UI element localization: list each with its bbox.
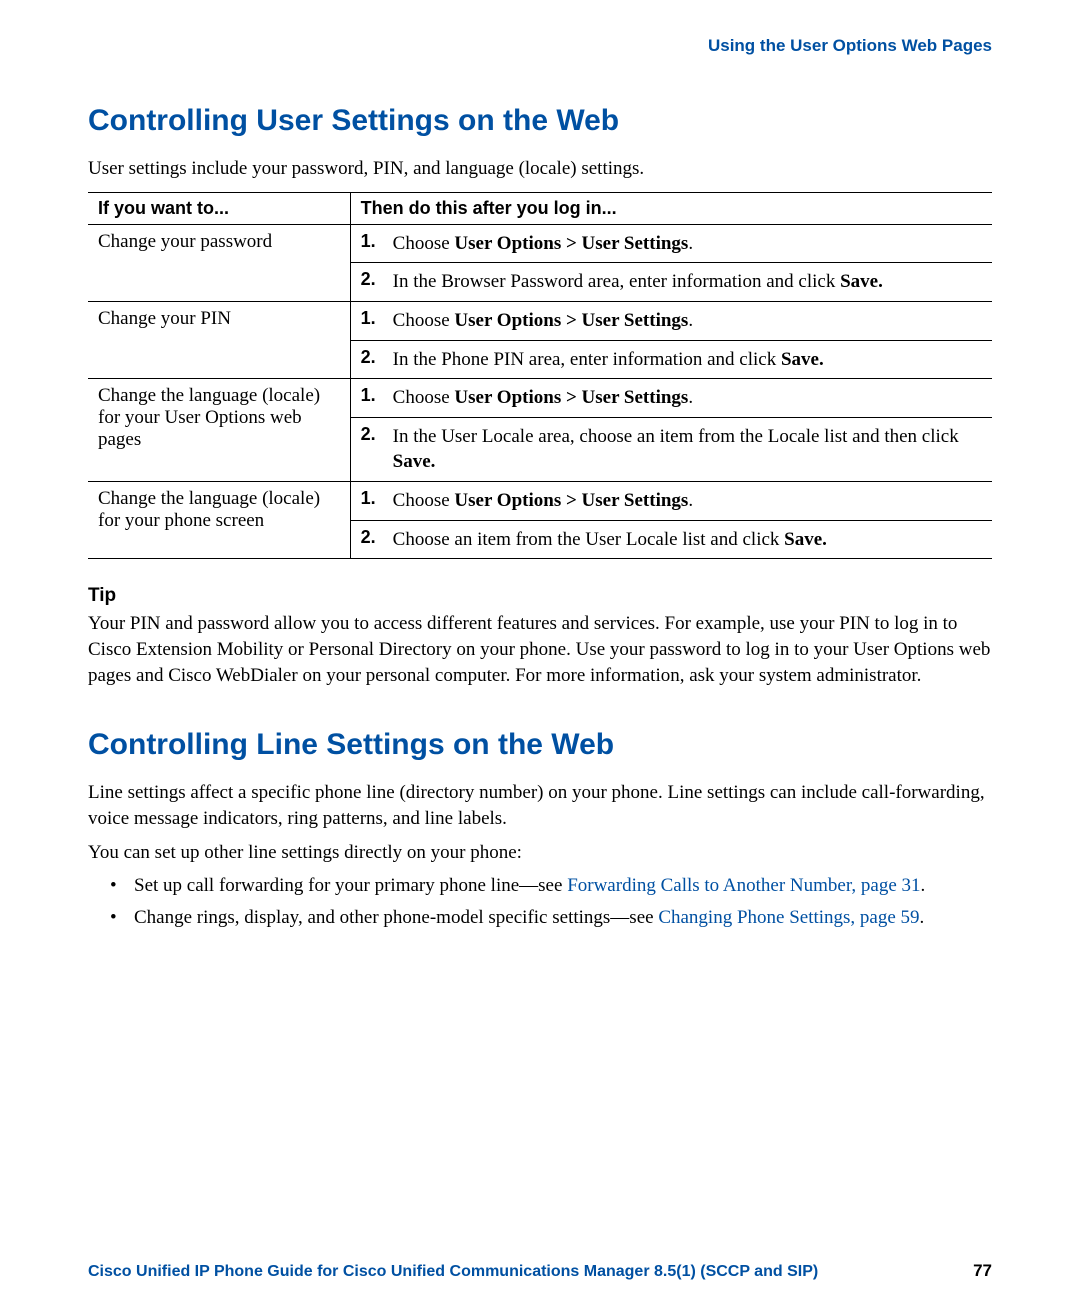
bold-term: Save. bbox=[840, 271, 883, 292]
table-header-then: Then do this after you log in... bbox=[350, 192, 992, 224]
step-text: Choose User Options > User Settings. bbox=[393, 385, 982, 411]
step-text: Choose User Options > User Settings. bbox=[393, 231, 982, 257]
section2-p2: You can set up other line settings direc… bbox=[88, 840, 992, 866]
menu-path: User Options > User Settings bbox=[454, 310, 688, 331]
table-row: Change your PIN1.Choose User Options > U… bbox=[88, 301, 992, 378]
table-header-want: If you want to... bbox=[88, 192, 350, 224]
step-row: 2.In the Browser Password area, enter in… bbox=[351, 262, 992, 301]
table-cell-steps: 1.Choose User Options > User Settings.2.… bbox=[350, 379, 992, 482]
page-footer: Cisco Unified IP Phone Guide for Cisco U… bbox=[88, 1261, 992, 1281]
step-number: 2. bbox=[361, 269, 393, 295]
step-number: 2. bbox=[361, 347, 393, 373]
bullet-list: Set up call forwarding for your primary … bbox=[88, 873, 992, 930]
table-cell-want: Change your password bbox=[88, 224, 350, 301]
cross-reference-link[interactable]: Changing Phone Settings, page 59 bbox=[658, 907, 919, 928]
table-row: Change the language (locale) for your Us… bbox=[88, 379, 992, 482]
cross-reference-link[interactable]: Forwarding Calls to Another Number, page… bbox=[567, 875, 920, 896]
step-number: 2. bbox=[361, 527, 393, 553]
table-cell-want: Change your PIN bbox=[88, 301, 350, 378]
step-row: 1.Choose User Options > User Settings. bbox=[351, 482, 992, 520]
bold-term: Save. bbox=[393, 451, 436, 472]
step-row: 1.Choose User Options > User Settings. bbox=[351, 379, 992, 417]
tip-heading: Tip bbox=[88, 585, 992, 607]
step-text: In the User Locale area, choose an item … bbox=[393, 424, 982, 475]
step-number: 1. bbox=[361, 488, 393, 514]
table-cell-steps: 1.Choose User Options > User Settings.2.… bbox=[350, 301, 992, 378]
step-number: 1. bbox=[361, 231, 393, 257]
menu-path: User Options > User Settings bbox=[454, 490, 688, 511]
step-row: 1.Choose User Options > User Settings. bbox=[351, 225, 992, 263]
footer-doc-title: Cisco Unified IP Phone Guide for Cisco U… bbox=[88, 1263, 818, 1281]
step-text: Choose an item from the User Locale list… bbox=[393, 527, 982, 553]
table-cell-steps: 1.Choose User Options > User Settings.2.… bbox=[350, 482, 992, 559]
menu-path: User Options > User Settings bbox=[454, 233, 688, 254]
table-cell-want: Change the language (locale) for your Us… bbox=[88, 379, 350, 482]
section-heading-line-settings: Controlling Line Settings on the Web bbox=[88, 728, 992, 762]
menu-path: User Options > User Settings bbox=[454, 387, 688, 408]
table-row: Change the language (locale) for your ph… bbox=[88, 482, 992, 559]
table-cell-steps: 1.Choose User Options > User Settings.2.… bbox=[350, 224, 992, 301]
footer-page-number: 77 bbox=[973, 1261, 992, 1281]
table-row: Change your password1.Choose User Option… bbox=[88, 224, 992, 301]
table-cell-want: Change the language (locale) for your ph… bbox=[88, 482, 350, 559]
section-heading-user-settings: Controlling User Settings on the Web bbox=[88, 104, 992, 138]
step-row: 2.In the User Locale area, choose an ite… bbox=[351, 417, 992, 481]
user-settings-table: If you want to... Then do this after you… bbox=[88, 192, 992, 560]
header-breadcrumb: Using the User Options Web Pages bbox=[88, 36, 992, 56]
step-number: 2. bbox=[361, 424, 393, 475]
step-number: 1. bbox=[361, 385, 393, 411]
step-row: 1.Choose User Options > User Settings. bbox=[351, 302, 992, 340]
step-number: 1. bbox=[361, 308, 393, 334]
bold-term: Save. bbox=[781, 349, 824, 370]
step-text: Choose User Options > User Settings. bbox=[393, 308, 982, 334]
list-item: Set up call forwarding for your primary … bbox=[116, 873, 992, 899]
bold-term: Save. bbox=[784, 529, 827, 550]
step-row: 2.In the Phone PIN area, enter informati… bbox=[351, 340, 992, 379]
step-row: 2.Choose an item from the User Locale li… bbox=[351, 520, 992, 559]
step-text: In the Phone PIN area, enter information… bbox=[393, 347, 982, 373]
step-text: In the Browser Password area, enter info… bbox=[393, 269, 982, 295]
section1-intro: User settings include your password, PIN… bbox=[88, 156, 992, 182]
list-item: Change rings, display, and other phone-m… bbox=[116, 905, 992, 931]
section2-p1: Line settings affect a specific phone li… bbox=[88, 780, 992, 831]
step-text: Choose User Options > User Settings. bbox=[393, 488, 982, 514]
tip-body: Your PIN and password allow you to acces… bbox=[88, 611, 992, 688]
